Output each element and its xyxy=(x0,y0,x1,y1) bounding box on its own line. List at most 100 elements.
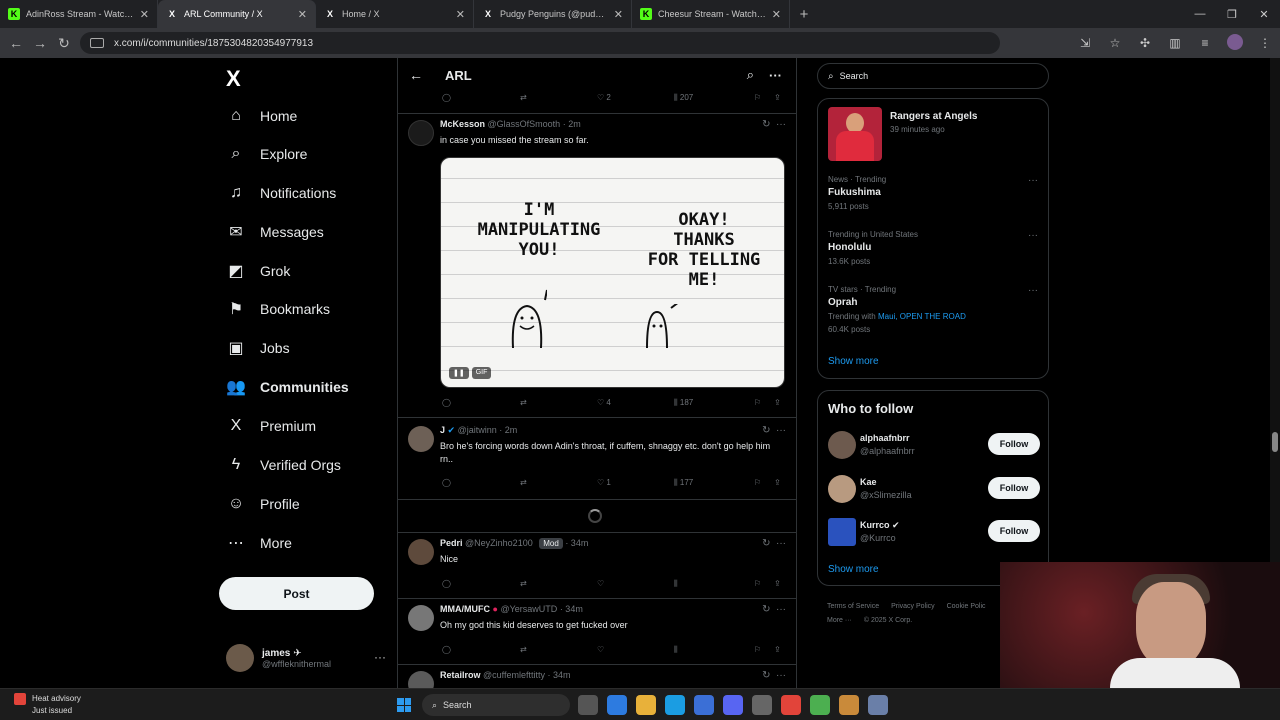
chrome-profile-icon[interactable] xyxy=(810,695,830,715)
author-name[interactable]: Pedri xyxy=(440,538,463,548)
tweet[interactable]: McKesson @GlassOfSmooth · 2m ↻ ··· in ca… xyxy=(398,114,796,418)
more-dots-icon[interactable]: ↻ ··· xyxy=(762,538,786,549)
like-icon[interactable]: ♡ xyxy=(597,645,604,654)
tab-cheesur[interactable]: K Cheesur Stream - Watch Live o... ✕ xyxy=(632,0,790,28)
author-handle[interactable]: @YersawUTD xyxy=(500,604,557,614)
more-dots-icon[interactable]: ··· xyxy=(1028,285,1038,296)
reply-icon[interactable]: ◯ xyxy=(442,398,451,407)
sidebar-icon[interactable]: ▥ xyxy=(1160,36,1190,50)
like-icon[interactable]: ♡ 1 xyxy=(597,478,611,487)
close-icon[interactable]: ✕ xyxy=(614,8,623,21)
more-dots-icon[interactable]: ↻ ··· xyxy=(762,119,786,130)
more-dots-icon[interactable]: ↻ ··· xyxy=(762,670,786,681)
discord-icon[interactable] xyxy=(723,695,743,715)
pause-icon[interactable]: ❚❚ xyxy=(449,367,469,379)
follow-button[interactable]: Follow xyxy=(988,433,1040,455)
close-window-icon[interactable]: ✕ xyxy=(1248,0,1280,28)
trend-related-links[interactable]: Maui, OPEN THE ROAD xyxy=(878,312,966,321)
trend-item[interactable]: TV stars · Trending Oprah Trending with … xyxy=(828,285,1038,334)
menu-lines-icon[interactable]: ≡ xyxy=(1190,36,1220,50)
post-button[interactable]: Post xyxy=(219,577,374,610)
new-tab-icon[interactable]: + xyxy=(790,0,818,28)
chrome-icon[interactable] xyxy=(781,695,801,715)
retweet-icon[interactable]: ⇄ xyxy=(520,478,527,487)
tweet[interactable]: MMA/MUFC ● @YersawUTD · 34m ↻ ··· Oh my … xyxy=(398,599,796,665)
more-dots-icon[interactable]: ↻ ··· xyxy=(762,604,786,615)
reply-icon[interactable]: ◯ xyxy=(442,93,451,102)
url-field[interactable]: x.com/i/communities/1875304820354977913 xyxy=(80,32,1000,54)
more-dots-icon[interactable]: ··· xyxy=(374,650,386,664)
file-explorer-icon[interactable] xyxy=(636,695,656,715)
trend-item[interactable]: Trending in United States Honolulu 13.6K… xyxy=(828,230,1038,266)
app-icon[interactable] xyxy=(839,695,859,715)
scrollbar-thumb[interactable] xyxy=(1272,432,1278,452)
kebab-menu-icon[interactable]: ⋮ xyxy=(1250,36,1280,50)
show-more-link[interactable]: Show more xyxy=(828,564,879,575)
follow-suggestion[interactable]: alphaafnbrr @alphaafnbrr Follow xyxy=(828,431,1040,461)
more-dots-icon[interactable]: ↻ ··· xyxy=(762,425,786,436)
avatar[interactable] xyxy=(828,518,856,546)
reply-icon[interactable]: ◯ xyxy=(442,478,451,487)
follow-suggestion[interactable]: Kurrco ✔ @Kurrco Follow xyxy=(828,518,1040,548)
author-handle[interactable]: @cuffemlefttitty xyxy=(483,670,545,680)
tweet[interactable]: Pedri @NeyZinho2100 Mod · 34m ↻ ··· Nice… xyxy=(398,533,796,599)
nav-more[interactable]: ⋯ More xyxy=(226,524,292,562)
footer-link[interactable]: Privacy Policy xyxy=(891,603,935,610)
forward-arrow-icon[interactable]: → xyxy=(28,35,52,51)
follow-button[interactable]: Follow xyxy=(988,477,1040,499)
taskbar-search[interactable]: ⌕ Search xyxy=(422,694,570,716)
avatar[interactable] xyxy=(828,475,856,503)
retweet-icon[interactable]: ⇄ xyxy=(520,579,527,588)
more-dots-icon[interactable]: ··· xyxy=(1028,230,1038,241)
nav-home[interactable]: ⌂ Home xyxy=(226,97,297,135)
author-handle[interactable]: @NeyZinho2100 xyxy=(465,538,533,548)
maximize-icon[interactable]: ❐ xyxy=(1216,0,1248,28)
nav-bookmarks[interactable]: ⚑ Bookmarks xyxy=(226,290,330,328)
footer-link[interactable]: Terms of Service xyxy=(827,603,879,610)
like-icon[interactable]: ♡ 4 xyxy=(597,398,611,407)
back-arrow-icon[interactable]: ← xyxy=(4,35,28,51)
store-icon[interactable] xyxy=(694,695,714,715)
author-name[interactable]: McKesson xyxy=(440,119,485,129)
search-icon[interactable]: ⌕ xyxy=(747,67,754,83)
avatar[interactable] xyxy=(828,431,856,459)
copilot-icon[interactable] xyxy=(607,695,627,715)
x-logo-icon[interactable]: X xyxy=(226,66,241,92)
tweet-gif[interactable]: I'M MANIPULATING YOU! OKAY! THANKS FOR T… xyxy=(440,157,785,388)
bookmark-icon[interactable]: ⚐ xyxy=(754,398,761,407)
like-icon[interactable]: ♡ 2 xyxy=(597,93,611,102)
views-icon[interactable]: ⫼ 207 xyxy=(674,93,693,103)
reload-icon[interactable]: ↻ xyxy=(52,35,76,52)
edge-icon[interactable] xyxy=(665,695,685,715)
close-icon[interactable]: ✕ xyxy=(140,8,149,21)
nav-premium[interactable]: X Premium xyxy=(226,407,316,445)
retweet-icon[interactable]: ⇄ xyxy=(520,398,527,407)
author-name[interactable]: Retailrow xyxy=(440,670,481,680)
bookmark-icon[interactable]: ⚐ xyxy=(754,93,761,102)
tab-home-x[interactable]: X Home / X ✕ xyxy=(316,0,474,28)
avatar[interactable] xyxy=(408,539,434,565)
bookmark-icon[interactable]: ⚐ xyxy=(754,579,761,588)
tab-arl-community[interactable]: X ARL Community / X ✕ xyxy=(158,0,316,28)
share-icon[interactable]: ⇪ xyxy=(774,645,781,654)
trend-item[interactable]: News · Trending Fukushima 5,911 posts ··… xyxy=(828,175,1038,211)
share-icon[interactable]: ⇪ xyxy=(774,579,781,588)
task-view-icon[interactable] xyxy=(578,695,598,715)
footer-link[interactable]: Cookie Polic xyxy=(947,603,986,610)
share-icon[interactable]: ⇪ xyxy=(774,398,781,407)
views-icon[interactable]: ⫼ 187 xyxy=(674,398,693,408)
star-icon[interactable]: ☆ xyxy=(1100,36,1130,50)
live-event-thumbnail[interactable] xyxy=(828,107,882,161)
follow-suggestion[interactable]: Kae @xSlimezilla Follow xyxy=(828,475,1040,505)
retweet-icon[interactable]: ⇄ xyxy=(520,645,527,654)
nav-profile[interactable]: ☺ Profile xyxy=(226,485,300,523)
more-dots-icon[interactable]: ··· xyxy=(1028,175,1038,186)
close-icon[interactable]: ✕ xyxy=(456,8,465,21)
views-icon[interactable]: ⫼ 177 xyxy=(674,478,693,488)
views-icon[interactable]: ⫼ xyxy=(674,645,678,655)
share-icon[interactable]: ⇪ xyxy=(774,93,781,102)
show-more-link[interactable]: Show more xyxy=(828,356,879,367)
nav-notifications[interactable]: ♫ Notifications xyxy=(226,174,336,212)
live-event-title[interactable]: Rangers at Angels xyxy=(890,111,977,122)
share-icon[interactable]: ⇪ xyxy=(774,478,781,487)
